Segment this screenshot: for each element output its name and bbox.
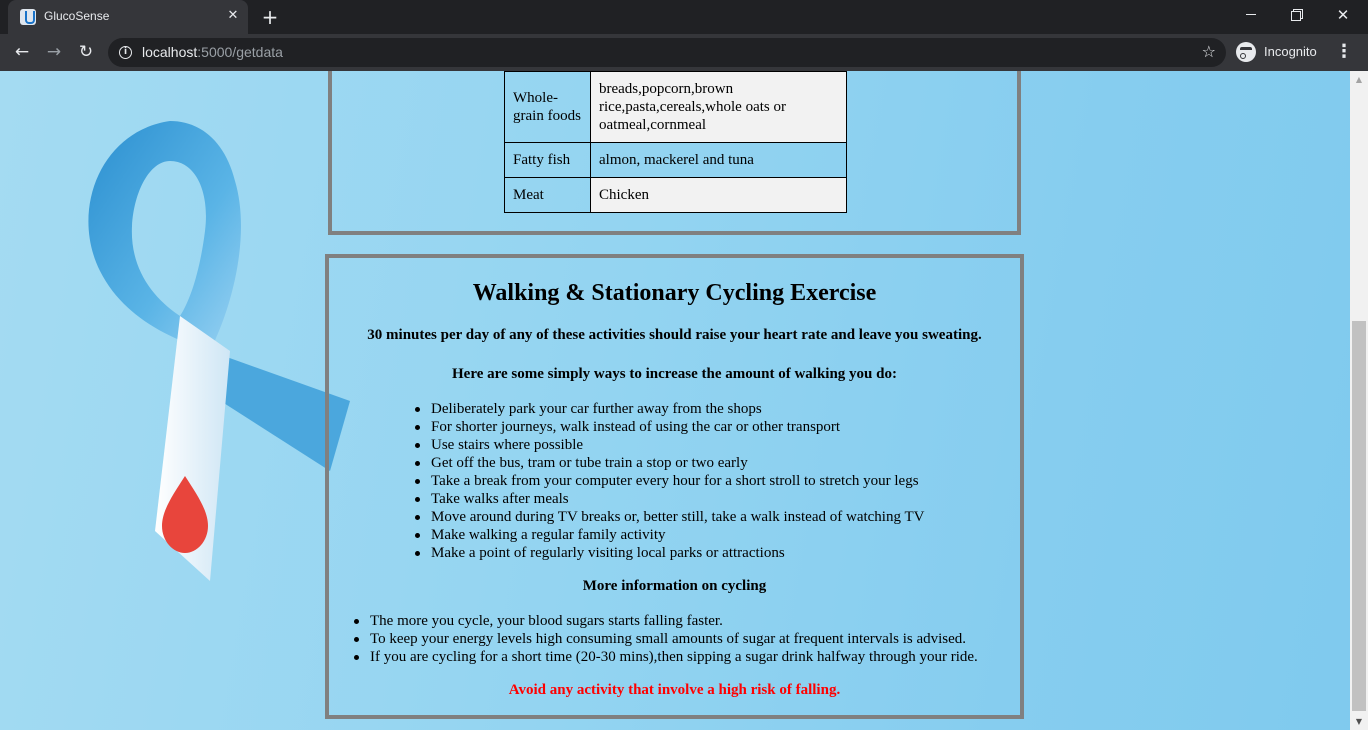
list-item: Deliberately park your car further away …	[414, 400, 924, 418]
list-item: Get off the bus, tram or tube train a st…	[414, 454, 924, 472]
url-host: localhost	[142, 44, 198, 60]
url-path: :5000/getdata	[197, 44, 283, 60]
reload-icon[interactable]: ↻	[72, 38, 100, 66]
scroll-down-icon[interactable]: ▼	[1350, 713, 1368, 730]
tab-close-icon[interactable]: ✕	[224, 6, 242, 26]
incognito-label: Incognito	[1264, 44, 1317, 59]
table-row: Whole-grain foods breads,popcorn,brown r…	[504, 71, 847, 143]
list-item: If you are cycling for a short time (20-…	[354, 649, 978, 665]
food-table: Whole-grain foods breads,popcorn,brown r…	[504, 71, 847, 213]
browser-tab[interactable]: GlucoSense ✕	[8, 0, 248, 34]
list-item: Make a point of regularly visiting local…	[414, 544, 924, 562]
list-item: Take walks after meals	[414, 490, 924, 508]
cycling-tips-list: The more you cycle, your blood sugars st…	[354, 612, 978, 666]
window-restore-button[interactable]	[1274, 0, 1320, 32]
app-favicon-icon	[20, 9, 36, 25]
star-icon[interactable]: ☆	[1202, 42, 1216, 62]
list-item: Make walking a regular family activity	[414, 526, 924, 544]
list-item: Use stairs where possible	[414, 436, 924, 454]
url-text[interactable]: localhost:5000/getdata	[142, 44, 283, 60]
page-scrollbar[interactable]: ▲ ▼	[1350, 71, 1368, 730]
exercise-panel: Walking & Stationary Cycling Exercise 30…	[325, 254, 1024, 719]
list-item: Take a break from your computer every ho…	[414, 472, 924, 490]
scrollbar-thumb[interactable]	[1352, 321, 1366, 711]
walking-heading: Here are some simply ways to increase th…	[452, 366, 897, 382]
address-bar[interactable]: i localhost:5000/getdata ☆	[108, 38, 1226, 67]
food-category-cell: Fatty fish	[504, 142, 591, 178]
table-row: Meat Chicken	[504, 177, 847, 213]
list-item: To keep your energy levels high consumin…	[354, 630, 978, 648]
food-category-cell: Whole-grain foods	[504, 71, 591, 143]
tab-strip: GlucoSense ✕ + ✕	[0, 0, 1368, 34]
scroll-up-icon[interactable]: ▲	[1350, 71, 1368, 88]
food-items-cell: Chicken	[590, 177, 847, 213]
exercise-subtitle: 30 minutes per day of any of these activ…	[367, 327, 982, 343]
incognito-indicator[interactable]: Incognito	[1232, 39, 1326, 65]
warning-text: Avoid any activity that involve a high r…	[508, 682, 841, 698]
info-icon[interactable]: i	[119, 46, 132, 59]
food-items-cell: breads,popcorn,brown rice,pasta,cereals,…	[590, 71, 847, 143]
food-category-cell: Meat	[504, 177, 591, 213]
page-viewport: Whole-grain foods breads,popcorn,brown r…	[0, 71, 1368, 730]
menu-icon[interactable]: ⋮	[1334, 38, 1354, 66]
browser-toolbar: ← → ↻ i localhost:5000/getdata ☆ Incogni…	[0, 34, 1368, 71]
walking-tips-list: Deliberately park your car further away …	[414, 400, 925, 562]
list-item: Move around during TV breaks or, better …	[414, 509, 925, 525]
cycling-heading: More information on cycling	[582, 578, 767, 594]
forward-arrow-icon[interactable]: →	[40, 38, 68, 66]
tab-title: GlucoSense	[44, 9, 110, 23]
incognito-icon	[1236, 42, 1256, 62]
exercise-title: Walking & Stationary Cycling Exercise	[472, 280, 877, 306]
food-items-cell: almon, mackerel and tuna	[590, 142, 847, 178]
list-item: For shorter journeys, walk instead of us…	[414, 418, 924, 436]
back-arrow-icon[interactable]: ←	[8, 38, 36, 66]
table-row: Fatty fish almon, mackerel and tuna	[504, 142, 847, 178]
window-minimize-button[interactable]	[1228, 0, 1274, 32]
new-tab-button[interactable]: +	[258, 4, 282, 30]
list-item: The more you cycle, your blood sugars st…	[354, 612, 978, 630]
window-close-button[interactable]: ✕	[1320, 0, 1366, 32]
